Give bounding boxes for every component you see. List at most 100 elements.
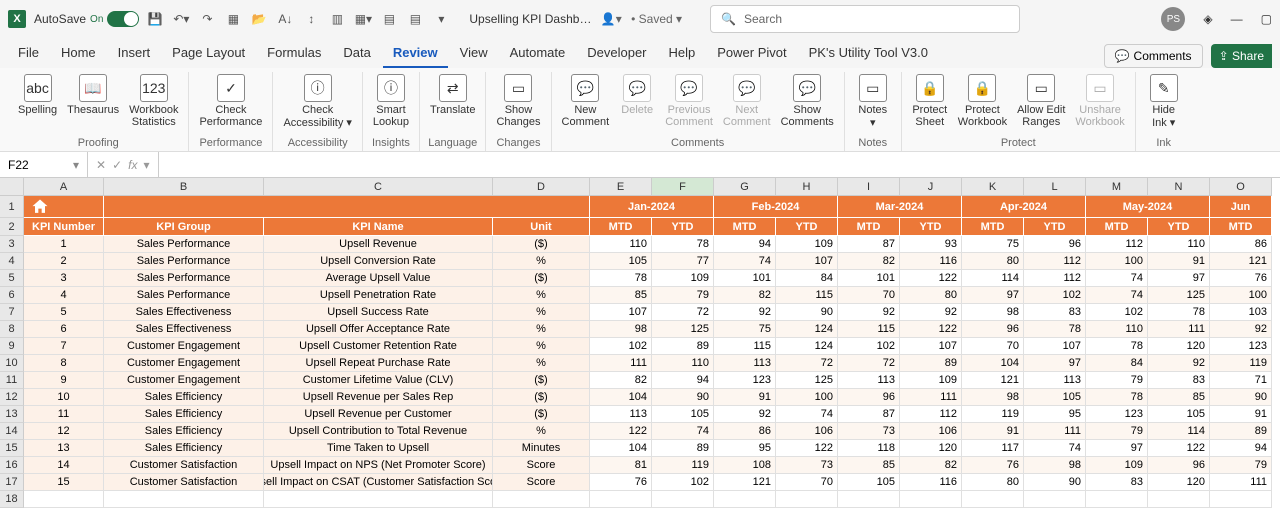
data-cell[interactable]: 115 xyxy=(776,287,838,304)
data-cell[interactable]: 102 xyxy=(1086,304,1148,321)
data-cell[interactable]: 122 xyxy=(590,423,652,440)
name-box[interactable]: F22 ▾ xyxy=(0,152,88,177)
data-cell[interactable]: 72 xyxy=(652,304,714,321)
tab-review[interactable]: Review xyxy=(383,39,448,68)
data-cell[interactable]: 90 xyxy=(652,389,714,406)
month-header[interactable]: Mar-2024 xyxy=(838,196,962,218)
kpi-number-cell[interactable]: 14 xyxy=(24,457,104,474)
sub-header[interactable]: YTD xyxy=(1024,218,1086,236)
kpi-group-cell[interactable]: Sales Effectiveness xyxy=(104,321,264,338)
check-button[interactable]: ✓CheckPerformance xyxy=(195,72,266,135)
empty-cell[interactable] xyxy=(838,491,900,508)
data-cell[interactable]: 97 xyxy=(1086,440,1148,457)
data-cell[interactable]: 74 xyxy=(1024,440,1086,457)
data-cell[interactable]: 93 xyxy=(900,236,962,253)
data-cell[interactable]: 96 xyxy=(962,321,1024,338)
data-cell[interactable]: 71 xyxy=(1210,372,1272,389)
thesaurus-button[interactable]: 📖Thesaurus xyxy=(63,72,123,135)
sub-header[interactable]: MTD xyxy=(1210,218,1272,236)
kpi-unit-cell[interactable]: % xyxy=(493,287,590,304)
data-cell[interactable]: 111 xyxy=(590,355,652,372)
data-cell[interactable]: 85 xyxy=(1148,389,1210,406)
empty-cell[interactable] xyxy=(590,491,652,508)
kpi-unit-cell[interactable]: % xyxy=(493,355,590,372)
sort-asc-icon[interactable]: A↓ xyxy=(277,11,293,27)
column-header[interactable]: C xyxy=(264,178,493,196)
data-cell[interactable]: 89 xyxy=(900,355,962,372)
data-cell[interactable]: 82 xyxy=(900,457,962,474)
data-cell[interactable]: 124 xyxy=(776,321,838,338)
data-cell[interactable]: 102 xyxy=(838,338,900,355)
data-cell[interactable]: 98 xyxy=(1024,457,1086,474)
data-cell[interactable]: 98 xyxy=(590,321,652,338)
allow-edit-button[interactable]: ▭Allow EditRanges xyxy=(1013,72,1069,135)
kpi-unit-cell[interactable]: Minutes xyxy=(493,440,590,457)
data-cell[interactable]: 70 xyxy=(776,474,838,491)
select-all-corner[interactable] xyxy=(0,178,24,196)
data-cell[interactable]: 83 xyxy=(1024,304,1086,321)
data-cell[interactable]: 105 xyxy=(1148,406,1210,423)
borders-icon[interactable]: ▦ xyxy=(225,11,241,27)
data-cell[interactable]: 115 xyxy=(838,321,900,338)
empty-cell[interactable] xyxy=(264,491,493,508)
data-cell[interactable]: 107 xyxy=(900,338,962,355)
sub-header[interactable]: MTD xyxy=(1086,218,1148,236)
data-cell[interactable]: 92 xyxy=(1148,355,1210,372)
kpi-group-cell[interactable]: Sales Efficiency xyxy=(104,406,264,423)
data-cell[interactable]: 91 xyxy=(714,389,776,406)
data-cell[interactable]: 123 xyxy=(714,372,776,389)
data-cell[interactable]: 119 xyxy=(1210,355,1272,372)
data-cell[interactable]: 111 xyxy=(1024,423,1086,440)
data-cell[interactable]: 106 xyxy=(776,423,838,440)
pivot-icon[interactable]: ▤ xyxy=(381,11,397,27)
kpi-group-cell[interactable]: Customer Satisfaction xyxy=(104,474,264,491)
data-cell[interactable]: 95 xyxy=(1024,406,1086,423)
data-cell[interactable]: 98 xyxy=(962,389,1024,406)
sub-header[interactable]: YTD xyxy=(652,218,714,236)
data-cell[interactable]: 113 xyxy=(838,372,900,389)
data-cell[interactable]: 122 xyxy=(900,321,962,338)
more-icon[interactable]: ▾ xyxy=(433,11,449,27)
data-cell[interactable]: 80 xyxy=(962,253,1024,270)
kpi-name-cell[interactable]: Upsell Penetration Rate xyxy=(264,287,493,304)
data-cell[interactable]: 122 xyxy=(900,270,962,287)
row-header[interactable]: 13 xyxy=(0,406,24,423)
data-cell[interactable]: 111 xyxy=(1210,474,1272,491)
data-cell[interactable]: 86 xyxy=(1210,236,1272,253)
kpi-name-cell[interactable]: Upsell Contribution to Total Revenue xyxy=(264,423,493,440)
tab-power-pivot[interactable]: Power Pivot xyxy=(707,39,796,68)
data-cell[interactable]: 109 xyxy=(1086,457,1148,474)
data-cell[interactable]: 85 xyxy=(590,287,652,304)
data-cell[interactable]: 122 xyxy=(1148,440,1210,457)
kpi-name-cell[interactable]: Upsell Revenue per Sales Rep xyxy=(264,389,493,406)
data-cell[interactable]: 74 xyxy=(1086,287,1148,304)
tab-file[interactable]: File xyxy=(8,39,49,68)
data-cell[interactable]: 101 xyxy=(714,270,776,287)
data-cell[interactable]: 95 xyxy=(714,440,776,457)
data-cell[interactable]: 100 xyxy=(1086,253,1148,270)
data-cell[interactable]: 76 xyxy=(962,457,1024,474)
empty-cell[interactable] xyxy=(1148,491,1210,508)
protect-button[interactable]: 🔒ProtectSheet xyxy=(908,72,952,135)
data-cell[interactable]: 101 xyxy=(838,270,900,287)
data-cell[interactable]: 105 xyxy=(590,253,652,270)
data-cell[interactable]: 123 xyxy=(1210,338,1272,355)
data-cell[interactable]: 110 xyxy=(590,236,652,253)
check-button[interactable]: ⓘCheckAccessibility ▾ xyxy=(279,72,355,135)
row-header[interactable]: 10 xyxy=(0,355,24,372)
month-header[interactable]: May-2024 xyxy=(1086,196,1210,218)
data-cell[interactable]: 73 xyxy=(838,423,900,440)
data-cell[interactable]: 74 xyxy=(776,406,838,423)
data-cell[interactable]: 77 xyxy=(652,253,714,270)
row-header[interactable]: 11 xyxy=(0,372,24,389)
translate-button[interactable]: ⇄Translate xyxy=(426,72,479,135)
data-cell[interactable]: 92 xyxy=(900,304,962,321)
data-cell[interactable]: 120 xyxy=(900,440,962,457)
column-header[interactable]: K xyxy=(962,178,1024,196)
tab-automate[interactable]: Automate xyxy=(500,39,576,68)
data-cell[interactable]: 89 xyxy=(652,338,714,355)
home-cell[interactable] xyxy=(24,196,104,218)
row-header[interactable]: 2 xyxy=(0,218,24,236)
kpi-unit-cell[interactable]: Score xyxy=(493,474,590,491)
column-header[interactable]: D xyxy=(493,178,590,196)
